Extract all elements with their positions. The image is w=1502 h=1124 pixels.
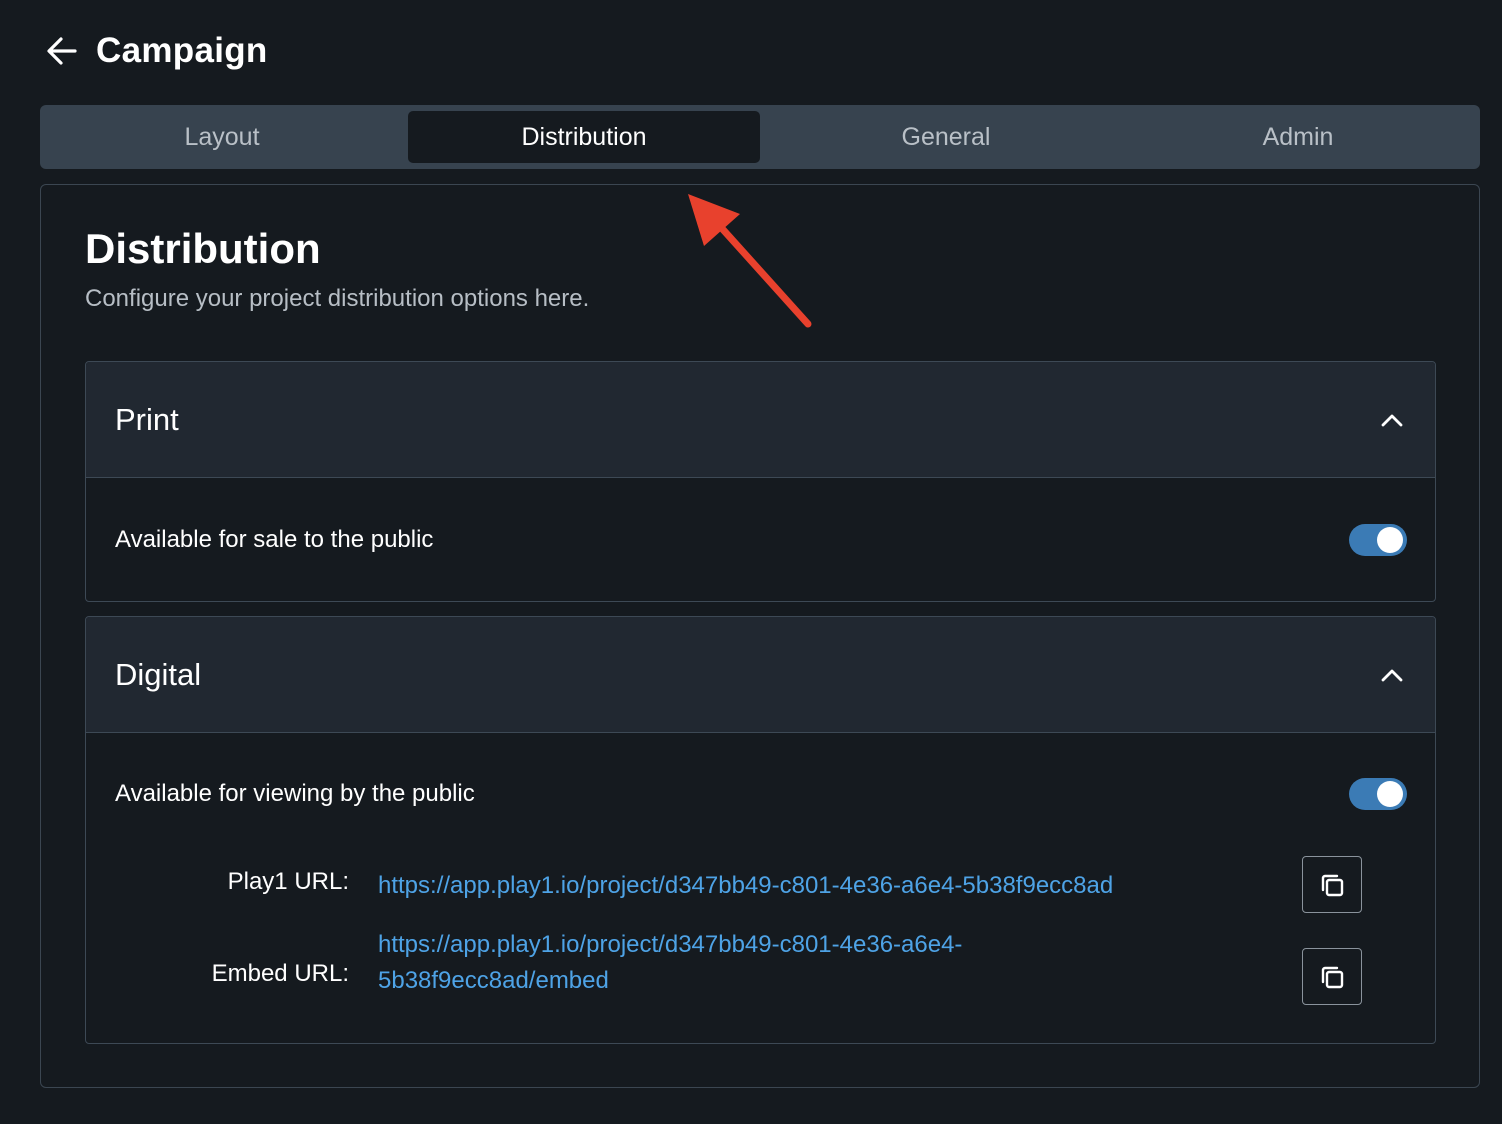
embed-url-line-2: 5b38f9ecc8ad/embed xyxy=(378,967,609,994)
page: Campaign Layout Distribution General Adm… xyxy=(0,0,1502,1124)
play-url-row: Play1 URL: https://app.play1.io/project/… xyxy=(86,856,1435,916)
tab-bar: Layout Distribution General Admin xyxy=(40,105,1480,169)
toggle-knob xyxy=(1377,526,1403,553)
print-sale-row: Available for sale to the public xyxy=(86,478,1435,601)
print-section-title: Print xyxy=(115,401,179,437)
print-sale-label: Available for sale to the public xyxy=(115,525,434,553)
digital-view-row: Available for viewing by the public xyxy=(86,733,1435,855)
digital-section-title: Digital xyxy=(115,656,202,692)
copy-embed-url-button[interactable] xyxy=(1302,948,1362,1005)
play-url-link[interactable]: https://app.play1.io/project/d347bb49-c8… xyxy=(378,868,1278,904)
tab-distribution[interactable]: Distribution xyxy=(408,111,760,163)
page-header: Campaign xyxy=(44,28,268,74)
digital-view-label: Available for viewing by the public xyxy=(115,780,475,807)
embed-url-link[interactable]: https://app.play1.io/project/d347bb49-c8… xyxy=(378,927,1078,999)
page-title: Campaign xyxy=(96,31,268,70)
toggle-knob xyxy=(1377,781,1403,807)
card-title: Distribution xyxy=(85,225,321,272)
chevron-up-icon[interactable] xyxy=(1377,660,1407,690)
digital-view-toggle[interactable] xyxy=(1349,778,1407,810)
print-section-header[interactable]: Print xyxy=(86,362,1435,478)
embed-url-row: Embed URL: https://app.play1.io/project/… xyxy=(86,931,1435,1017)
print-sale-toggle[interactable] xyxy=(1349,523,1407,556)
annotation-arrow-icon xyxy=(688,194,812,328)
digital-section: Digital Available for viewing by the pub… xyxy=(85,616,1436,1044)
tab-layout[interactable]: Layout xyxy=(46,111,398,163)
tab-admin[interactable]: Admin xyxy=(1122,111,1474,163)
card-description: Configure your project distribution opti… xyxy=(85,285,590,312)
chevron-up-icon[interactable] xyxy=(1377,405,1407,435)
back-button[interactable] xyxy=(44,33,80,69)
copy-play-url-button[interactable] xyxy=(1302,856,1362,913)
digital-section-header[interactable]: Digital xyxy=(86,617,1435,733)
play-url-label: Play1 URL: xyxy=(227,868,349,895)
copy-icon xyxy=(1321,874,1344,896)
embed-url-line-1: https://app.play1.io/project/d347bb49-c8… xyxy=(378,931,963,958)
tab-general[interactable]: General xyxy=(770,111,1122,163)
copy-icon xyxy=(1321,966,1344,988)
embed-url-label: Embed URL: xyxy=(211,960,349,987)
print-section: Print Available for sale to the public xyxy=(85,361,1436,602)
arrow-left-icon xyxy=(47,37,77,65)
